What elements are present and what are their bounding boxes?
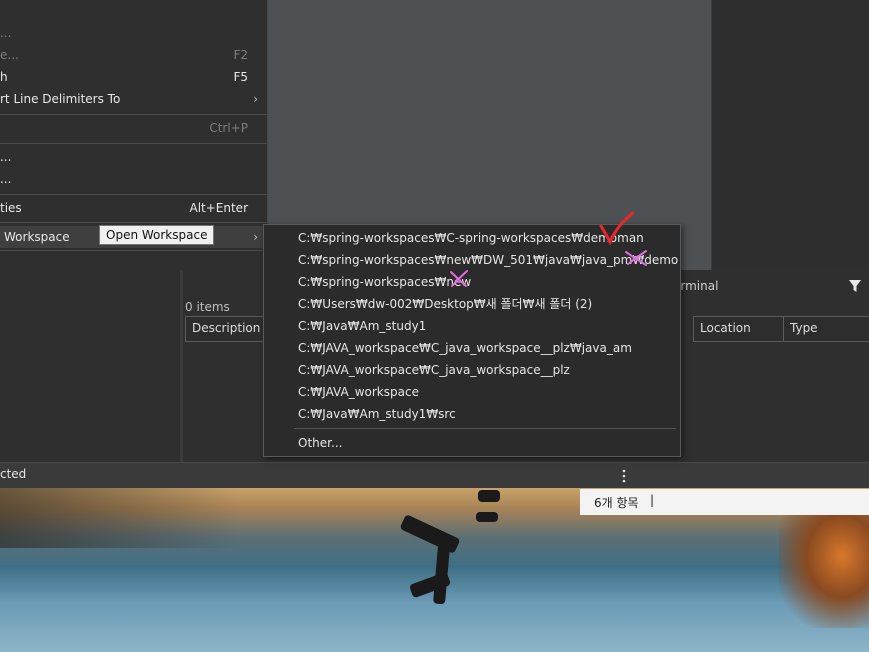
menu-separator (0, 143, 268, 144)
workspace-item[interactable]: C:₩JAVA_workspace₩C_java_workspace__plz₩… (298, 337, 632, 359)
pink-cross-annotation (450, 270, 468, 287)
workspace-other-item[interactable]: Other... (298, 432, 342, 454)
left-panel (0, 296, 180, 462)
menu-item-accelerator: F5 (233, 70, 248, 84)
workspace-item[interactable]: C:₩spring-workspaces₩new (298, 271, 471, 293)
right-panel (711, 0, 869, 270)
status-bar: cted (0, 462, 869, 488)
tooltip: Open Workspace (99, 225, 215, 245)
column-header-type[interactable]: Type (783, 316, 869, 342)
filter-icon[interactable] (848, 278, 862, 294)
workspace-item[interactable]: C:₩JAVA_workspace (298, 381, 419, 403)
menu-item-export[interactable]: ... (0, 168, 268, 190)
workspace-item[interactable]: C:₩Java₩Am_study1 (298, 315, 426, 337)
item-count: 0 items (185, 300, 230, 314)
menu-item-refresh[interactable]: h F5 (0, 66, 268, 88)
submenu-arrow-icon: › (253, 92, 258, 106)
menu-item-convert-line-delimiters[interactable]: rt Line Delimiters To › (0, 88, 268, 110)
menu-separator (0, 114, 268, 115)
column-header-location[interactable]: Location (693, 316, 793, 342)
workspace-item[interactable]: C:₩spring-workspaces₩C-spring-workspaces… (298, 227, 644, 249)
column-label: Type (790, 321, 818, 335)
workspace-item[interactable]: C:₩spring-workspaces₩new₩DW_501₩java₩jav… (298, 249, 678, 271)
menu-item-label: rt Line Delimiters To (0, 92, 121, 106)
explorer-status-bar: 6개 항목 | (580, 489, 869, 515)
column-label: Location (700, 321, 751, 335)
pink-cross-annotation (625, 250, 647, 266)
status-text: cted (0, 467, 27, 481)
view-tab-bar: erminal (673, 270, 869, 304)
menu-item-properties[interactable]: ties Alt+Enter (0, 197, 268, 219)
menu-item-1[interactable]: ... (0, 22, 268, 44)
explorer-divider: | (650, 493, 655, 507)
menu-item-label: Workspace (4, 230, 70, 244)
workspace-item[interactable]: C:₩Users₩dw-002₩Desktop₩새 폴더₩새 폴더 (2) (298, 293, 592, 315)
explorer-item-count: 6개 항목 (594, 496, 639, 510)
column-label: Description (192, 321, 261, 335)
menu-item-import[interactable]: ... (0, 146, 268, 168)
red-check-annotation (599, 211, 635, 246)
switch-workspace-submenu: C:₩spring-workspaces₩C-spring-workspaces… (263, 224, 681, 457)
menu-item-label: ... (0, 26, 12, 40)
submenu-arrow-icon: › (253, 230, 258, 244)
menu-item-print[interactable]: Ctrl+P (0, 117, 268, 139)
menu-item-rename[interactable]: e... F2 (0, 44, 268, 66)
file-menu: ... e... F2 h F5 rt Line Delimiters To ›… (0, 0, 268, 296)
wallpaper-figure (478, 490, 500, 502)
more-vertical-icon[interactable] (620, 466, 628, 484)
workspace-item[interactable]: C:₩Java₩Am_study1₩src (298, 403, 456, 425)
menu-item-label: ... (0, 172, 12, 186)
menu-separator (0, 222, 268, 223)
menu-item-accelerator: Alt+Enter (189, 201, 248, 215)
menu-item-label: h (0, 70, 8, 84)
menu-item-accelerator: Ctrl+P (209, 121, 248, 135)
menu-item-label: ties (0, 201, 22, 215)
menu-item-accelerator: F2 (233, 48, 248, 62)
workspace-item[interactable]: C:₩JAVA_workspace₩C_java_workspace__plz (298, 359, 570, 381)
menu-separator (0, 250, 268, 251)
menu-item-label: e... (0, 48, 19, 62)
submenu-separator (294, 428, 676, 429)
menu-separator (0, 194, 268, 195)
menu-item-label: ... (0, 150, 12, 164)
